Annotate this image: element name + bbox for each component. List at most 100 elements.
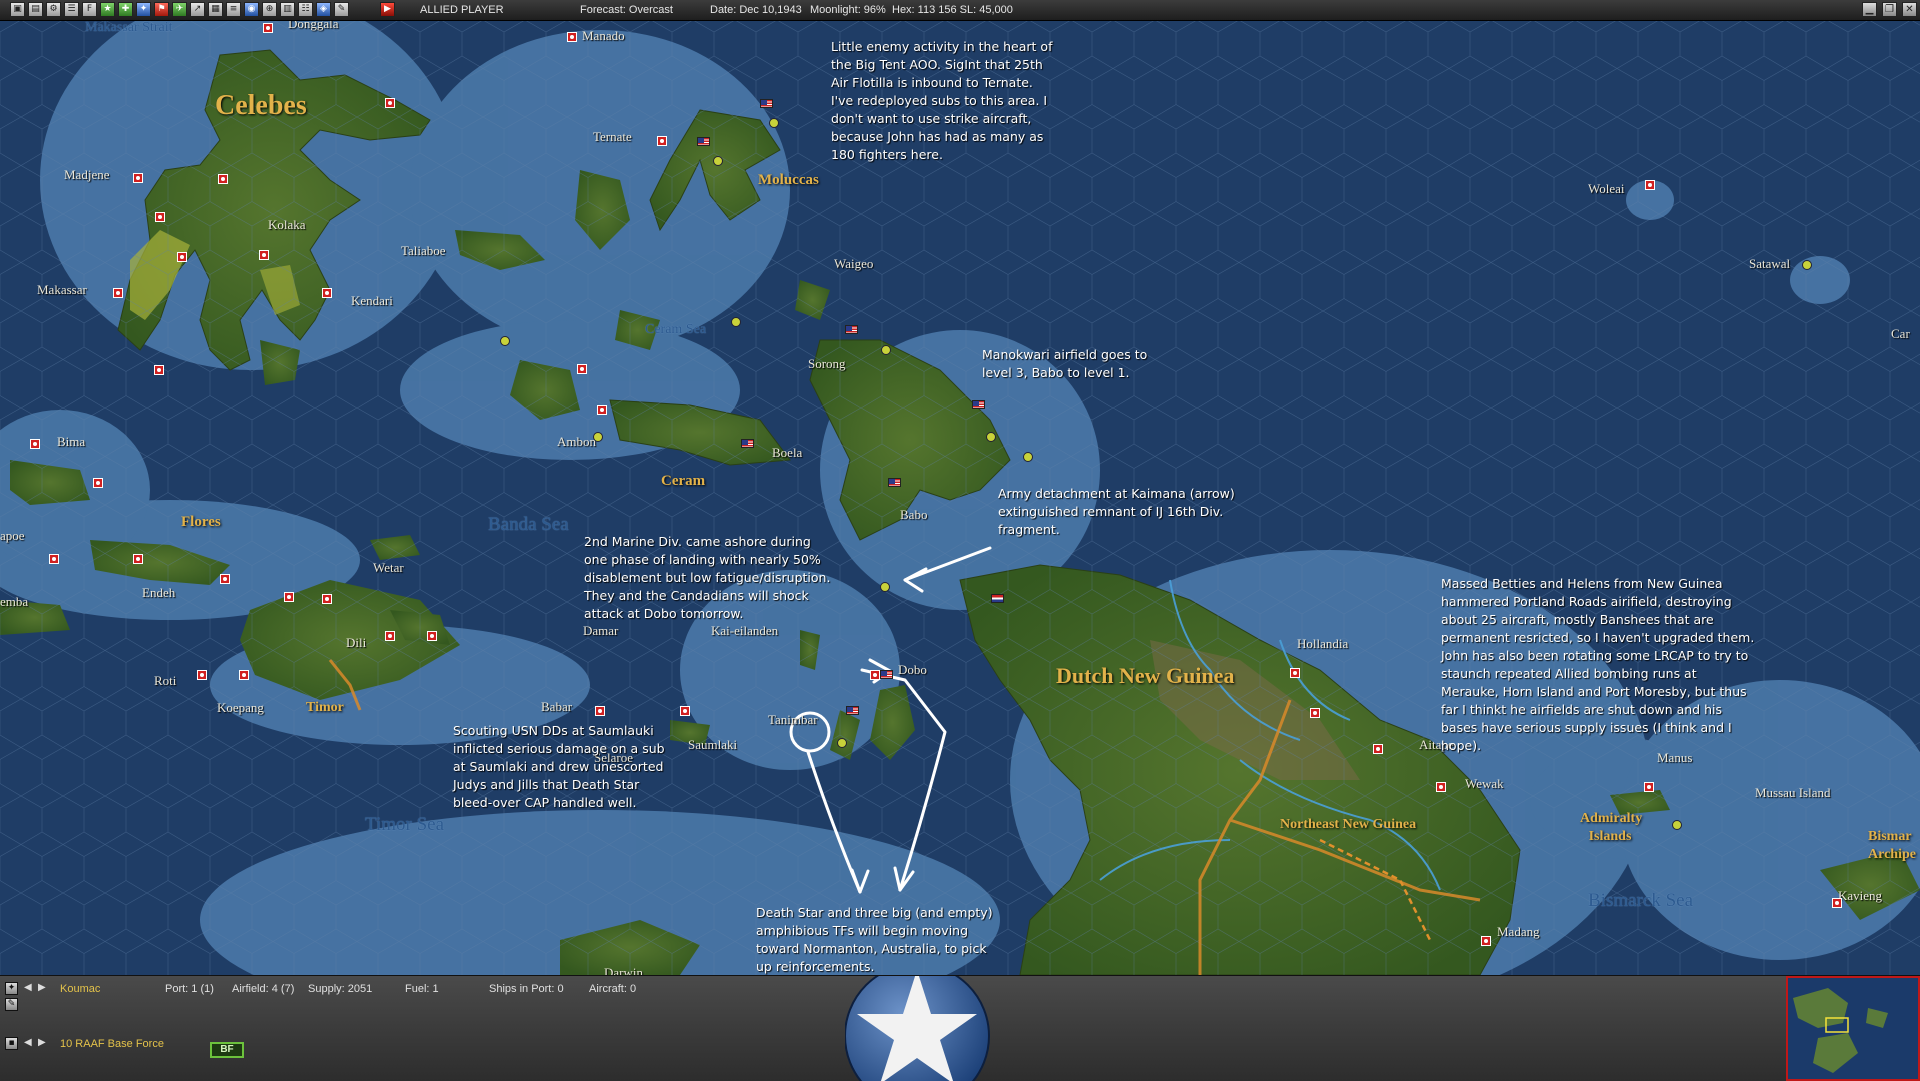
task-force-marker[interactable] <box>1023 452 1033 462</box>
strategic-map[interactable]: Celebes Moluccas Ceram Flores Timor Dutc… <box>0 20 1920 975</box>
next-arrow-icon[interactable]: ▶ <box>38 982 46 993</box>
allied-unit-flag[interactable] <box>760 99 773 108</box>
logbook-icon[interactable]: ▥ <box>280 2 295 17</box>
place-tanimbar[interactable]: Tanimbar <box>768 712 818 728</box>
japanese-base-marker[interactable] <box>133 554 143 564</box>
japanese-base-marker[interactable] <box>680 706 690 716</box>
japanese-base-marker[interactable] <box>177 252 187 262</box>
place-kai-eilanden[interactable]: Kai-eilanden <box>711 623 778 639</box>
japanese-base-marker[interactable] <box>322 594 332 604</box>
japanese-base-marker[interactable] <box>1481 936 1491 946</box>
weather-icon[interactable]: ◈ <box>316 2 331 17</box>
japanese-base-marker[interactable] <box>218 174 228 184</box>
task-force-marker[interactable] <box>837 738 847 748</box>
place-wewak[interactable]: Wewak <box>1465 776 1504 792</box>
place-kavieng[interactable]: Kavieng <box>1838 888 1882 904</box>
settings-icon[interactable]: ⚙ <box>46 2 61 17</box>
japanese-base-marker[interactable] <box>155 212 165 222</box>
place-wetar[interactable]: Wetar <box>373 560 404 576</box>
flag-icon[interactable]: ⚑ <box>154 2 169 17</box>
japanese-base-marker[interactable] <box>597 405 607 415</box>
place-babo[interactable]: Babo <box>900 507 927 523</box>
bars-icon[interactable]: ≡ <box>226 2 241 17</box>
place-ambon[interactable]: Ambon <box>557 434 596 450</box>
allied-unit-flag[interactable] <box>846 706 859 715</box>
place-satawal[interactable]: Satawal <box>1749 256 1790 272</box>
japanese-base-marker[interactable] <box>133 173 143 183</box>
japanese-base-marker[interactable] <box>1644 782 1654 792</box>
selected-unit-name[interactable]: 10 RAAF Base Force <box>60 1038 164 1050</box>
note-icon[interactable]: ✎ <box>334 2 349 17</box>
aircraft-icon[interactable]: ✈ <box>172 2 187 17</box>
edit-icon[interactable]: ✎ <box>5 998 18 1011</box>
japanese-base-marker[interactable] <box>385 631 395 641</box>
allied-unit-flag[interactable] <box>888 478 901 487</box>
place-boela[interactable]: Boela <box>772 445 802 461</box>
end-turn-play-icon[interactable]: ▶ <box>380 2 395 17</box>
allied-unit-flag[interactable] <box>741 439 754 448</box>
japanese-base-marker[interactable] <box>577 364 587 374</box>
target-icon[interactable]: ⊕ <box>262 2 277 17</box>
japanese-base-marker[interactable] <box>1290 668 1300 678</box>
allied-unit-flag[interactable] <box>845 325 858 334</box>
base-force-badge[interactable]: BF <box>210 1042 244 1058</box>
japanese-base-marker[interactable] <box>220 574 230 584</box>
japanese-base-marker[interactable] <box>870 670 880 680</box>
place-sorong[interactable]: Sorong <box>808 356 846 372</box>
place-makassar[interactable]: Makassar <box>37 282 87 298</box>
place-dili[interactable]: Dili <box>346 635 366 651</box>
place-darwin[interactable]: Darwin <box>604 965 643 975</box>
globe-icon[interactable]: ◉ <box>244 2 259 17</box>
japanese-base-marker[interactable] <box>1436 782 1446 792</box>
japanese-base-marker[interactable] <box>93 478 103 488</box>
place-madang[interactable]: Madang <box>1497 924 1540 940</box>
info-icon[interactable]: ▤ <box>28 2 43 17</box>
japanese-base-marker[interactable] <box>259 250 269 260</box>
japanese-base-marker[interactable] <box>154 365 164 375</box>
task-force-marker[interactable] <box>1802 260 1812 270</box>
base-icon[interactable]: ✦ <box>5 982 18 995</box>
japanese-base-marker[interactable] <box>595 706 605 716</box>
place-car[interactable]: Car <box>1891 326 1910 342</box>
place-koepang[interactable]: Koepang <box>217 700 264 716</box>
japanese-base-marker[interactable] <box>1373 744 1383 754</box>
place-emba[interactable]: emba <box>0 594 28 610</box>
filter-icon[interactable]: F <box>82 2 97 17</box>
japanese-base-marker[interactable] <box>197 670 207 680</box>
japanese-base-marker[interactable] <box>385 98 395 108</box>
japanese-base-marker[interactable] <box>427 631 437 641</box>
task-force-marker[interactable] <box>1672 820 1682 830</box>
task-force-marker[interactable] <box>500 336 510 346</box>
place-mussau-island[interactable]: Mussau Island <box>1755 785 1830 801</box>
place-apoe[interactable]: apoe <box>0 528 25 544</box>
task-force-marker[interactable] <box>880 582 890 592</box>
task-force-marker[interactable] <box>769 118 779 128</box>
report-icon[interactable]: ☰ <box>64 2 79 17</box>
japanese-base-marker[interactable] <box>239 670 249 680</box>
place-kolaka[interactable]: Kolaka <box>268 217 306 233</box>
place-donggala[interactable]: Donggala <box>288 20 339 32</box>
grid-icon[interactable]: ▦ <box>208 2 223 17</box>
task-force-marker[interactable] <box>731 317 741 327</box>
previous-arrow-icon[interactable]: ◀ <box>24 982 32 993</box>
allied-unit-flag[interactable] <box>697 137 710 146</box>
task-force-marker[interactable] <box>593 432 603 442</box>
japanese-base-marker[interactable] <box>1645 180 1655 190</box>
previous-unit-arrow-icon[interactable]: ◀ <box>24 1037 32 1048</box>
restore-icon[interactable]: ❐ <box>1882 2 1897 17</box>
save-icon[interactable]: ▣ <box>10 2 25 17</box>
place-damar[interactable]: Damar <box>583 623 618 639</box>
place-saumlaki[interactable]: Saumlaki <box>688 737 737 753</box>
japanese-base-marker[interactable] <box>322 288 332 298</box>
japanese-base-marker[interactable] <box>49 554 59 564</box>
japanese-base-marker[interactable] <box>1832 898 1842 908</box>
close-icon[interactable]: ✕ <box>1902 2 1917 17</box>
japanese-base-marker[interactable] <box>263 23 273 33</box>
minimize-icon[interactable]: ▁ <box>1862 2 1877 17</box>
next-unit-arrow-icon[interactable]: ▶ <box>38 1037 46 1048</box>
unit-icon[interactable]: ▪ <box>5 1037 18 1050</box>
japanese-base-marker[interactable] <box>113 288 123 298</box>
place-endeh[interactable]: Endeh <box>142 585 175 601</box>
task-force-marker[interactable] <box>713 156 723 166</box>
place-woleai[interactable]: Woleai <box>1588 181 1625 197</box>
